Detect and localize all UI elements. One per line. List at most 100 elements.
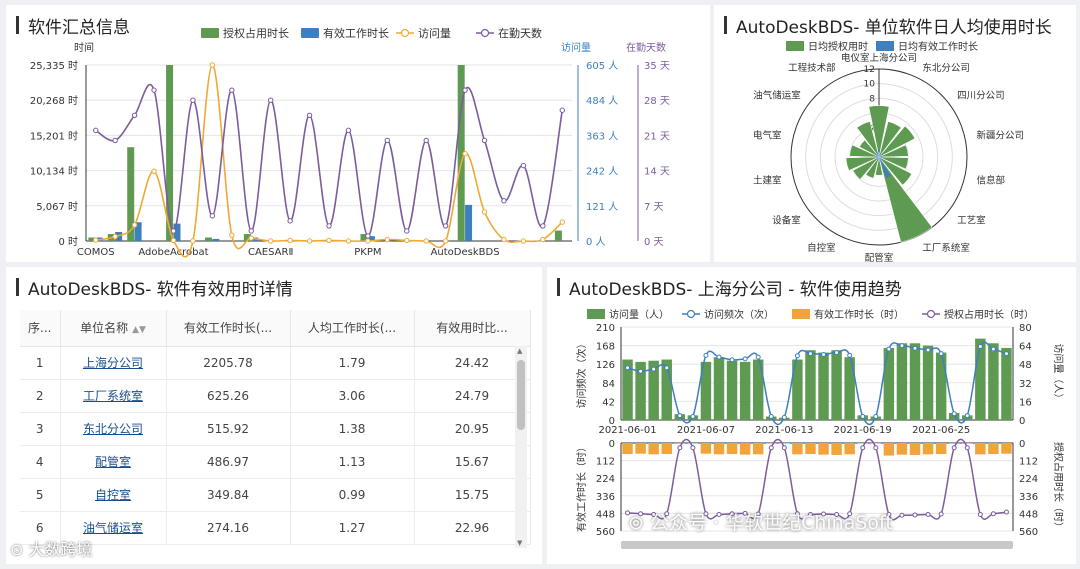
point-days <box>501 198 507 204</box>
polar-category-label: 信息部 <box>976 174 1005 186</box>
bar-visitors <box>922 345 934 420</box>
legend-marker <box>480 28 490 38</box>
cell-effective: 486.97 <box>166 445 291 479</box>
legend-marker <box>400 28 410 38</box>
bar-effective-hours <box>739 443 751 455</box>
col-header-effective[interactable]: 有效工作时长(... <box>166 310 291 347</box>
table-row[interactable]: 5 自控室 349.84 0.99 15.75 <box>20 478 531 512</box>
unit-link[interactable]: 自控室 <box>95 488 131 502</box>
bar-visitors <box>988 343 999 420</box>
point-visits <box>326 237 332 244</box>
bar-visitors <box>935 352 947 420</box>
cell-no: 3 <box>20 412 61 446</box>
tick-label: 448 <box>596 509 615 520</box>
cell-per-capita: 1.38 <box>290 412 415 446</box>
cell-no: 5 <box>20 478 61 512</box>
point-frequency <box>690 413 696 419</box>
cell-ratio: 24.42 <box>414 346 531 380</box>
polar-category-label: 电仪室上海分公司 <box>841 52 917 64</box>
point-auth-hours <box>690 445 696 451</box>
col-header-per-capita[interactable]: 人均工作时长(... <box>290 310 415 347</box>
tick-label: 32 <box>1019 379 1032 390</box>
table-row[interactable]: 6 油气储运室 274.16 1.27 22.96 <box>20 511 531 545</box>
cell-unit[interactable]: 自控室 <box>60 478 167 512</box>
point-visits <box>520 238 527 244</box>
point-auth-hours <box>938 511 944 517</box>
x-tick-label: AdobeAcrobat <box>138 247 208 258</box>
cell-unit[interactable]: 东北分公司 <box>60 412 167 446</box>
col-header-ratio[interactable]: 有效用时比... <box>414 310 531 347</box>
point-frequency <box>625 365 631 371</box>
col-header-no[interactable]: 序... <box>20 310 61 347</box>
point-visits <box>365 238 371 244</box>
legend-label: 访问量 <box>418 27 451 40</box>
point-frequency <box>873 413 879 419</box>
point-frequency <box>912 345 918 351</box>
bar-effective-hours <box>975 443 986 455</box>
x-tick-label: 2021-06-25 <box>912 425 970 436</box>
point-auth-hours <box>964 445 970 451</box>
bar-visitors <box>739 361 751 420</box>
summary-chart[interactable]: 授权占用时长 有效工作时长 访问量 在勤天数时间 访问量 在勤天数25,335 时 605 … <box>6 5 710 262</box>
axis-label: 授权占用时长（时） <box>1052 442 1065 532</box>
bar-effective-hours <box>948 443 960 444</box>
tick-label: 0 时 <box>58 236 78 248</box>
tick-label: 0 <box>1019 416 1025 427</box>
table-row[interactable]: 2 工厂系统室 625.26 3.06 24.79 <box>20 379 531 413</box>
bar-effective-hours <box>752 443 764 455</box>
legend-marker <box>926 309 936 319</box>
bar-effective-hours <box>844 443 855 455</box>
cell-effective: 2205.78 <box>166 346 291 380</box>
x-tick-label: 2021-06-07 <box>677 425 735 436</box>
point-frequency <box>1003 351 1009 357</box>
scroll-up-icon[interactable]: ▲ <box>517 347 522 355</box>
unit-link[interactable]: 工厂系统室 <box>83 389 143 403</box>
point-frequency <box>742 356 748 362</box>
point-days <box>326 223 332 229</box>
zoom-slider[interactable] <box>621 541 1013 549</box>
table-title: AutoDeskBDS- 软件有效用时详情 <box>16 275 293 300</box>
cell-unit[interactable]: 工厂系统室 <box>60 379 167 413</box>
cell-effective: 349.84 <box>166 478 291 512</box>
table-scrollbar[interactable]: ▲ ▼ <box>515 346 527 548</box>
tick-label: 48 <box>1019 360 1032 371</box>
cell-unit[interactable]: 配管室 <box>60 445 167 479</box>
point-auth-hours <box>781 445 787 451</box>
tick-label: 84 <box>602 379 615 390</box>
point-visits <box>462 151 468 157</box>
point-visits <box>112 233 118 240</box>
point-visits <box>345 238 352 244</box>
legend-swatch <box>587 309 605 319</box>
unit-link[interactable]: 上海分公司 <box>83 356 143 370</box>
point-visits <box>131 222 138 228</box>
table-row[interactable]: 4 配管室 486.97 1.13 15.67 <box>20 445 531 479</box>
point-visits <box>287 237 293 244</box>
scroll-thumb[interactable] <box>517 360 525 430</box>
sort-icon[interactable]: ▲▼ <box>132 325 146 335</box>
unit-link[interactable]: 油气储运室 <box>83 521 143 535</box>
cell-ratio: 22.96 <box>414 511 531 545</box>
bar-visitors <box>818 352 829 420</box>
legend-swatch <box>876 41 894 51</box>
table-header-row: 序... 单位名称 ▲▼ 有效工作时长(... 人均工作时长(... 有效用时比.… <box>20 310 531 347</box>
col-header-unit[interactable]: 单位名称 ▲▼ <box>60 310 167 347</box>
point-auth-hours <box>768 445 774 451</box>
polar-chart[interactable]: 日均授权用时日均有效工作时长024681012电仪室上海分公司东北分公司四川分公… <box>714 5 1076 262</box>
point-frequency <box>768 413 774 419</box>
unit-link[interactable]: 东北分公司 <box>83 422 143 436</box>
tick-label: 16 <box>1019 397 1032 408</box>
tick-label: 210 <box>596 323 615 334</box>
legend-label: 有效工作时长（时） <box>814 308 904 321</box>
cell-unit[interactable]: 上海分公司 <box>60 346 167 380</box>
tick-label: 25,335 时 <box>30 60 78 72</box>
unit-link[interactable]: 配管室 <box>95 455 131 469</box>
scroll-down-icon[interactable]: ▼ <box>517 539 522 547</box>
table-row[interactable]: 3 东北分公司 515.92 1.38 20.95 <box>20 412 531 446</box>
bar-effective-hours <box>909 443 921 455</box>
tick-label: 448 <box>1019 509 1038 520</box>
polar-category-label: 新疆分公司 <box>976 130 1024 142</box>
tick-label: 560 <box>1019 527 1038 538</box>
table-row[interactable]: 1 上海分公司 2205.78 1.79 24.42 <box>20 346 531 380</box>
tick-label: 5,067 时 <box>36 201 78 213</box>
point-days <box>190 97 196 103</box>
